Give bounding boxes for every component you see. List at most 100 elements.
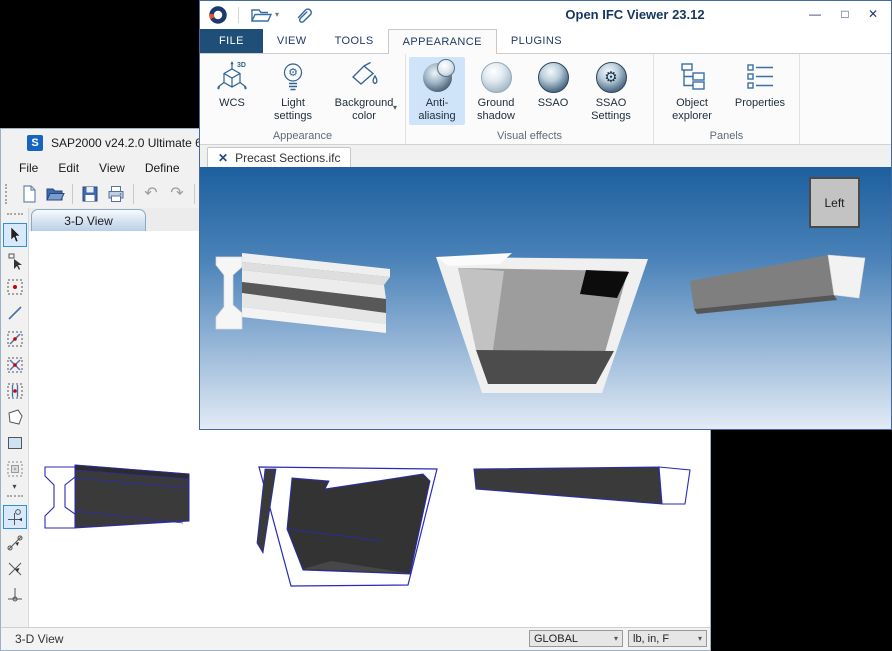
- ribbon-item-label: Object explorer: [672, 97, 712, 123]
- menu-file[interactable]: File: [9, 159, 48, 177]
- sphere-dark-icon: [538, 62, 569, 93]
- model-slab[interactable]: [690, 255, 865, 314]
- draw-frame-icon: [6, 304, 24, 322]
- select-pointer-button[interactable]: [3, 223, 27, 247]
- ssao-settings-button[interactable]: ⚙ SSAO Settings: [579, 57, 643, 125]
- ribbon: 3D WCS ⚙ Light s: [200, 54, 891, 145]
- ribbon-item-label: Background color: [335, 97, 394, 123]
- tab-tools[interactable]: TOOLS: [321, 29, 388, 53]
- attach-link-button[interactable]: [293, 4, 315, 26]
- quick-access-separator: [238, 7, 239, 23]
- quick-draw-area-button[interactable]: [3, 457, 27, 481]
- ribbon-group-appearance: 3D WCS ⚙ Light s: [200, 54, 406, 144]
- ifc-viewer-logo-icon: [208, 5, 228, 25]
- document-tab-precast-sections[interactable]: ✕ Precast Sections.ifc: [207, 147, 351, 168]
- object-explorer-button[interactable]: Object explorer: [658, 57, 726, 125]
- open-file-button[interactable]: [43, 182, 67, 206]
- menu-view[interactable]: View: [89, 159, 135, 177]
- dock-grip[interactable]: [7, 213, 23, 220]
- dock-overflow-caret[interactable]: ▾: [12, 482, 16, 492]
- ifc-titlebar[interactable]: ▾ Open IFC Viewer 23.12 — □ ✕: [200, 1, 891, 28]
- chevron-down-icon[interactable]: ▾: [275, 10, 279, 19]
- quick-draw-secondary-beams-icon: [6, 382, 24, 400]
- close-tab-icon[interactable]: ✕: [218, 151, 228, 165]
- chevron-down-icon: ▾: [698, 634, 702, 643]
- draw-joint-icon: [6, 278, 24, 296]
- anti-aliasing-button[interactable]: Anti- aliasing: [409, 57, 465, 125]
- quick-draw-braces-button[interactable]: [3, 353, 27, 377]
- snap-to-perpendicular-button[interactable]: [3, 583, 27, 607]
- model-u-girder[interactable]: [436, 253, 648, 393]
- ribbon-item-label: WCS: [219, 97, 245, 110]
- tab-plugins[interactable]: PLUGINS: [497, 29, 576, 53]
- new-file-button[interactable]: [17, 182, 41, 206]
- ribbon-group-label: Panels: [654, 130, 799, 142]
- model-i-girder-wireframe[interactable]: [45, 465, 189, 528]
- draw-poly-area-icon: [6, 408, 24, 426]
- toolbar-separator: [194, 184, 195, 204]
- model-slab-wireframe[interactable]: [474, 467, 690, 504]
- ribbon-item-label: Light settings: [274, 97, 312, 123]
- toolbar-separator: [133, 184, 134, 204]
- toolbar-grip[interactable]: [5, 184, 11, 204]
- draw-frame-button[interactable]: [3, 301, 27, 325]
- print-button[interactable]: [104, 182, 128, 206]
- ribbon-empty-area: [800, 54, 891, 144]
- minimize-button[interactable]: —: [805, 5, 825, 23]
- save-button[interactable]: [78, 182, 102, 206]
- tab-file[interactable]: FILE: [200, 29, 263, 53]
- ribbon-group-visual-effects: Anti- aliasing Ground shadow SSAO ⚙ SSAO…: [406, 54, 654, 144]
- snap-to-midpoints-button[interactable]: [3, 531, 27, 555]
- units-select[interactable]: lb, in, F ▾: [628, 630, 707, 647]
- ground-shadow-button[interactable]: Ground shadow: [465, 57, 527, 125]
- new-file-icon: [19, 184, 39, 204]
- ifc-viewer-window: ▾ Open IFC Viewer 23.12 — □ ✕ FILE VIEW …: [199, 0, 892, 430]
- document-tab-label: Precast Sections.ifc: [235, 151, 340, 165]
- dock-grip[interactable]: [7, 495, 23, 502]
- tab-view[interactable]: VIEW: [263, 29, 321, 53]
- light-settings-button[interactable]: ⚙ Light settings: [262, 57, 324, 125]
- chevron-down-icon[interactable]: ▾: [393, 103, 397, 112]
- draw-poly-area-button[interactable]: [3, 405, 27, 429]
- ribbon-item-label: SSAO Settings: [591, 97, 631, 123]
- background-color-button[interactable]: Background color ▾: [324, 57, 404, 125]
- view-cube-left-button[interactable]: Left: [809, 177, 860, 228]
- tree-hierarchy-icon: [676, 62, 708, 92]
- ifc-3d-viewport[interactable]: Left: [200, 167, 891, 429]
- app-logo: [208, 4, 228, 26]
- ribbon-item-label: SSAO: [538, 97, 569, 110]
- open-file-button[interactable]: ▾: [249, 4, 279, 26]
- ssao-button[interactable]: SSAO: [527, 57, 579, 125]
- close-button[interactable]: ✕: [863, 5, 883, 23]
- menu-define[interactable]: Define: [135, 159, 190, 177]
- maximize-button[interactable]: □: [835, 5, 855, 23]
- wcs-button[interactable]: 3D WCS: [202, 57, 262, 125]
- quick-draw-secondary-beams-button[interactable]: [3, 379, 27, 403]
- undo-icon: ↶: [144, 184, 157, 204]
- chevron-down-icon: ▾: [614, 634, 618, 643]
- undo-button[interactable]: ↶: [139, 182, 163, 206]
- list-properties-icon: [744, 62, 776, 92]
- snap-to-intersections-button[interactable]: [3, 557, 27, 581]
- model-u-girder-wireframe[interactable]: [257, 467, 437, 586]
- reshape-pointer-button[interactable]: [3, 249, 27, 273]
- ribbon-group-label: Appearance: [200, 130, 405, 142]
- snap-to-joints-button[interactable]: [3, 505, 27, 529]
- quick-draw-braces-icon: [6, 356, 24, 374]
- quick-draw-frame-button[interactable]: [3, 327, 27, 351]
- redo-button[interactable]: ↷: [165, 182, 189, 206]
- open-folder-icon: [249, 5, 273, 25]
- draw-rect-area-button[interactable]: [3, 431, 27, 455]
- properties-button[interactable]: Properties: [726, 57, 794, 125]
- draw-joint-button[interactable]: [3, 275, 27, 299]
- menu-edit[interactable]: Edit: [48, 159, 89, 177]
- tab-3d-view[interactable]: 3-D View: [31, 209, 146, 231]
- document-tabbar: ✕ Precast Sections.ifc: [200, 145, 891, 168]
- coordinate-system-select[interactable]: GLOBAL ▾: [529, 630, 623, 647]
- quick-draw-frame-icon: [6, 330, 24, 348]
- save-icon: [80, 184, 100, 204]
- model-i-girder[interactable]: [216, 253, 390, 333]
- tab-appearance[interactable]: APPEARANCE: [388, 29, 497, 54]
- coordinate-system-value: GLOBAL: [534, 633, 578, 645]
- desktop: S SAP2000 v24.2.0 Ultimate 64-bit File E…: [0, 0, 892, 651]
